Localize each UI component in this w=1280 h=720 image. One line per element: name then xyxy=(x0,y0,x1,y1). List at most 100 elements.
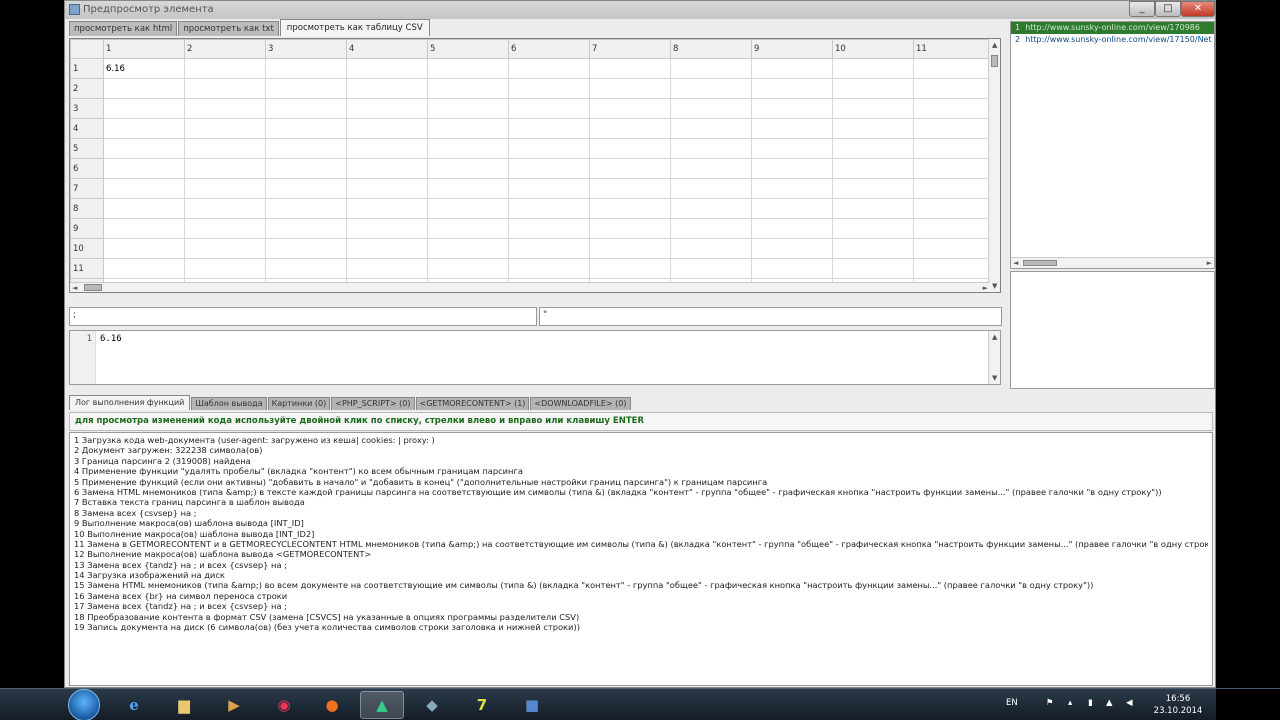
table-cell[interactable] xyxy=(832,98,914,119)
scroll-right-icon[interactable]: ► xyxy=(1207,259,1212,267)
table-cell[interactable] xyxy=(265,58,347,79)
table-cell[interactable] xyxy=(751,238,833,259)
folder-icon[interactable]: ▆ xyxy=(162,691,206,719)
table-cell[interactable] xyxy=(346,198,428,219)
tool-icon[interactable]: ◆ xyxy=(410,691,454,719)
app-7-icon[interactable]: 7 xyxy=(460,691,504,719)
url-list-scrollbar[interactable]: ◄ ► xyxy=(1011,257,1214,268)
quote-field[interactable]: " xyxy=(539,307,1002,326)
table-cell[interactable] xyxy=(913,58,995,79)
table-cell[interactable] xyxy=(589,158,671,179)
table-cell[interactable] xyxy=(265,238,347,259)
maximize-button[interactable]: □ xyxy=(1155,1,1181,17)
column-header[interactable]: 9 xyxy=(751,39,833,59)
table-cell[interactable] xyxy=(184,58,266,79)
table-cell[interactable] xyxy=(508,258,590,279)
row-header[interactable]: 5 xyxy=(70,138,104,159)
table-cell[interactable] xyxy=(832,138,914,159)
table-cell[interactable] xyxy=(670,58,752,79)
table-cell[interactable] xyxy=(346,98,428,119)
table-cell[interactable] xyxy=(832,78,914,99)
table-cell[interactable] xyxy=(670,138,752,159)
row-header[interactable]: 2 xyxy=(70,78,104,99)
table-cell[interactable] xyxy=(913,198,995,219)
table-cell[interactable] xyxy=(346,138,428,159)
table-cell[interactable] xyxy=(427,178,509,199)
table-cell[interactable] xyxy=(103,98,185,119)
table-cell[interactable]: 6.16 xyxy=(103,58,185,79)
table-cell[interactable] xyxy=(103,158,185,179)
table-cell[interactable] xyxy=(103,78,185,99)
table-cell[interactable] xyxy=(184,138,266,159)
column-header[interactable]: 10 xyxy=(832,39,914,59)
table-cell[interactable] xyxy=(265,218,347,239)
table-cell[interactable] xyxy=(427,218,509,239)
row-header[interactable]: 3 xyxy=(70,98,104,119)
table-cell[interactable] xyxy=(589,58,671,79)
table-cell[interactable] xyxy=(670,78,752,99)
table-cell[interactable] xyxy=(103,198,185,219)
language-indicator[interactable]: EN xyxy=(1006,698,1018,720)
table-cell[interactable] xyxy=(589,138,671,159)
table-cell[interactable] xyxy=(913,258,995,279)
table-cell[interactable] xyxy=(589,198,671,219)
table-cell[interactable] xyxy=(913,98,995,119)
tab-downloadfile[interactable]: <DOWNLOADFILE> (0) xyxy=(530,397,631,410)
table-cell[interactable] xyxy=(508,178,590,199)
chrome-icon[interactable]: ◉ xyxy=(262,691,306,719)
table-cell[interactable] xyxy=(184,78,266,99)
code-editor[interactable]: 1 6.16 ▲ ▼ xyxy=(69,330,1001,385)
table-cell[interactable] xyxy=(265,158,347,179)
row-header[interactable]: 6 xyxy=(70,158,104,179)
table-cell[interactable] xyxy=(670,158,752,179)
table-cell[interactable] xyxy=(427,58,509,79)
table-cell[interactable] xyxy=(346,158,428,179)
table-cell[interactable] xyxy=(427,78,509,99)
scroll-up-icon[interactable]: ▲ xyxy=(992,41,997,49)
tab-images[interactable]: Картинки (0) xyxy=(267,397,331,410)
scroll-thumb[interactable] xyxy=(84,284,102,291)
table-cell[interactable] xyxy=(832,158,914,179)
url-list[interactable]: 1 http://www.sunsky-online.com/view/1709… xyxy=(1010,21,1215,269)
code-text[interactable]: 6.16 xyxy=(100,334,122,344)
table-cell[interactable] xyxy=(508,118,590,139)
table-cell[interactable] xyxy=(103,258,185,279)
column-header[interactable]: 1 xyxy=(103,39,185,59)
scroll-down-icon[interactable]: ▼ xyxy=(992,282,997,290)
column-header[interactable]: 6 xyxy=(508,39,590,59)
csv-table[interactable]: 1 2 3 4 5 6 7 8 9 10 11 1 6.16 2 3 4 5 6 7 8 9 10 1… xyxy=(69,38,1001,293)
row-header[interactable]: 9 xyxy=(70,218,104,239)
scroll-up-icon[interactable]: ▲ xyxy=(992,333,997,341)
tab-php-script[interactable]: <PHP_SCRIPT> (0) xyxy=(331,397,415,410)
table-cell[interactable] xyxy=(589,98,671,119)
table-cell[interactable] xyxy=(913,238,995,259)
row-header[interactable]: 7 xyxy=(70,178,104,199)
tab-view-txt[interactable]: просмотреть как txt xyxy=(178,21,279,36)
scroll-left-icon[interactable]: ◄ xyxy=(72,284,77,292)
table-cell[interactable] xyxy=(751,218,833,239)
tray-flag-icon[interactable]: ⚑ xyxy=(1046,698,1054,720)
table-cell[interactable] xyxy=(751,198,833,219)
table-cell[interactable] xyxy=(508,238,590,259)
title-bar[interactable]: Предпросмотр элемента _ □ ✕ xyxy=(65,1,1215,19)
table-cell[interactable] xyxy=(670,238,752,259)
table-cell[interactable] xyxy=(427,258,509,279)
table-cell[interactable] xyxy=(346,178,428,199)
row-header[interactable]: 4 xyxy=(70,118,104,139)
column-header[interactable]: 11 xyxy=(913,39,995,59)
table-cell[interactable] xyxy=(670,178,752,199)
parser-app-icon[interactable]: ▲ xyxy=(360,691,404,719)
row-header[interactable]: 8 xyxy=(70,198,104,219)
ie-icon[interactable]: e xyxy=(112,691,156,719)
firefox-icon[interactable]: ● xyxy=(310,691,354,719)
media-player-icon[interactable]: ▶ xyxy=(212,691,256,719)
table-cell[interactable] xyxy=(184,238,266,259)
table-cell[interactable] xyxy=(427,158,509,179)
table-cell[interactable] xyxy=(589,218,671,239)
table-cell[interactable] xyxy=(751,158,833,179)
table-cell[interactable] xyxy=(103,138,185,159)
tab-function-log[interactable]: Лог выполнения функций xyxy=(69,395,191,410)
table-cell[interactable] xyxy=(346,78,428,99)
clock[interactable]: 16:56 23.10.2014 xyxy=(1148,693,1208,717)
table-cell[interactable] xyxy=(589,178,671,199)
